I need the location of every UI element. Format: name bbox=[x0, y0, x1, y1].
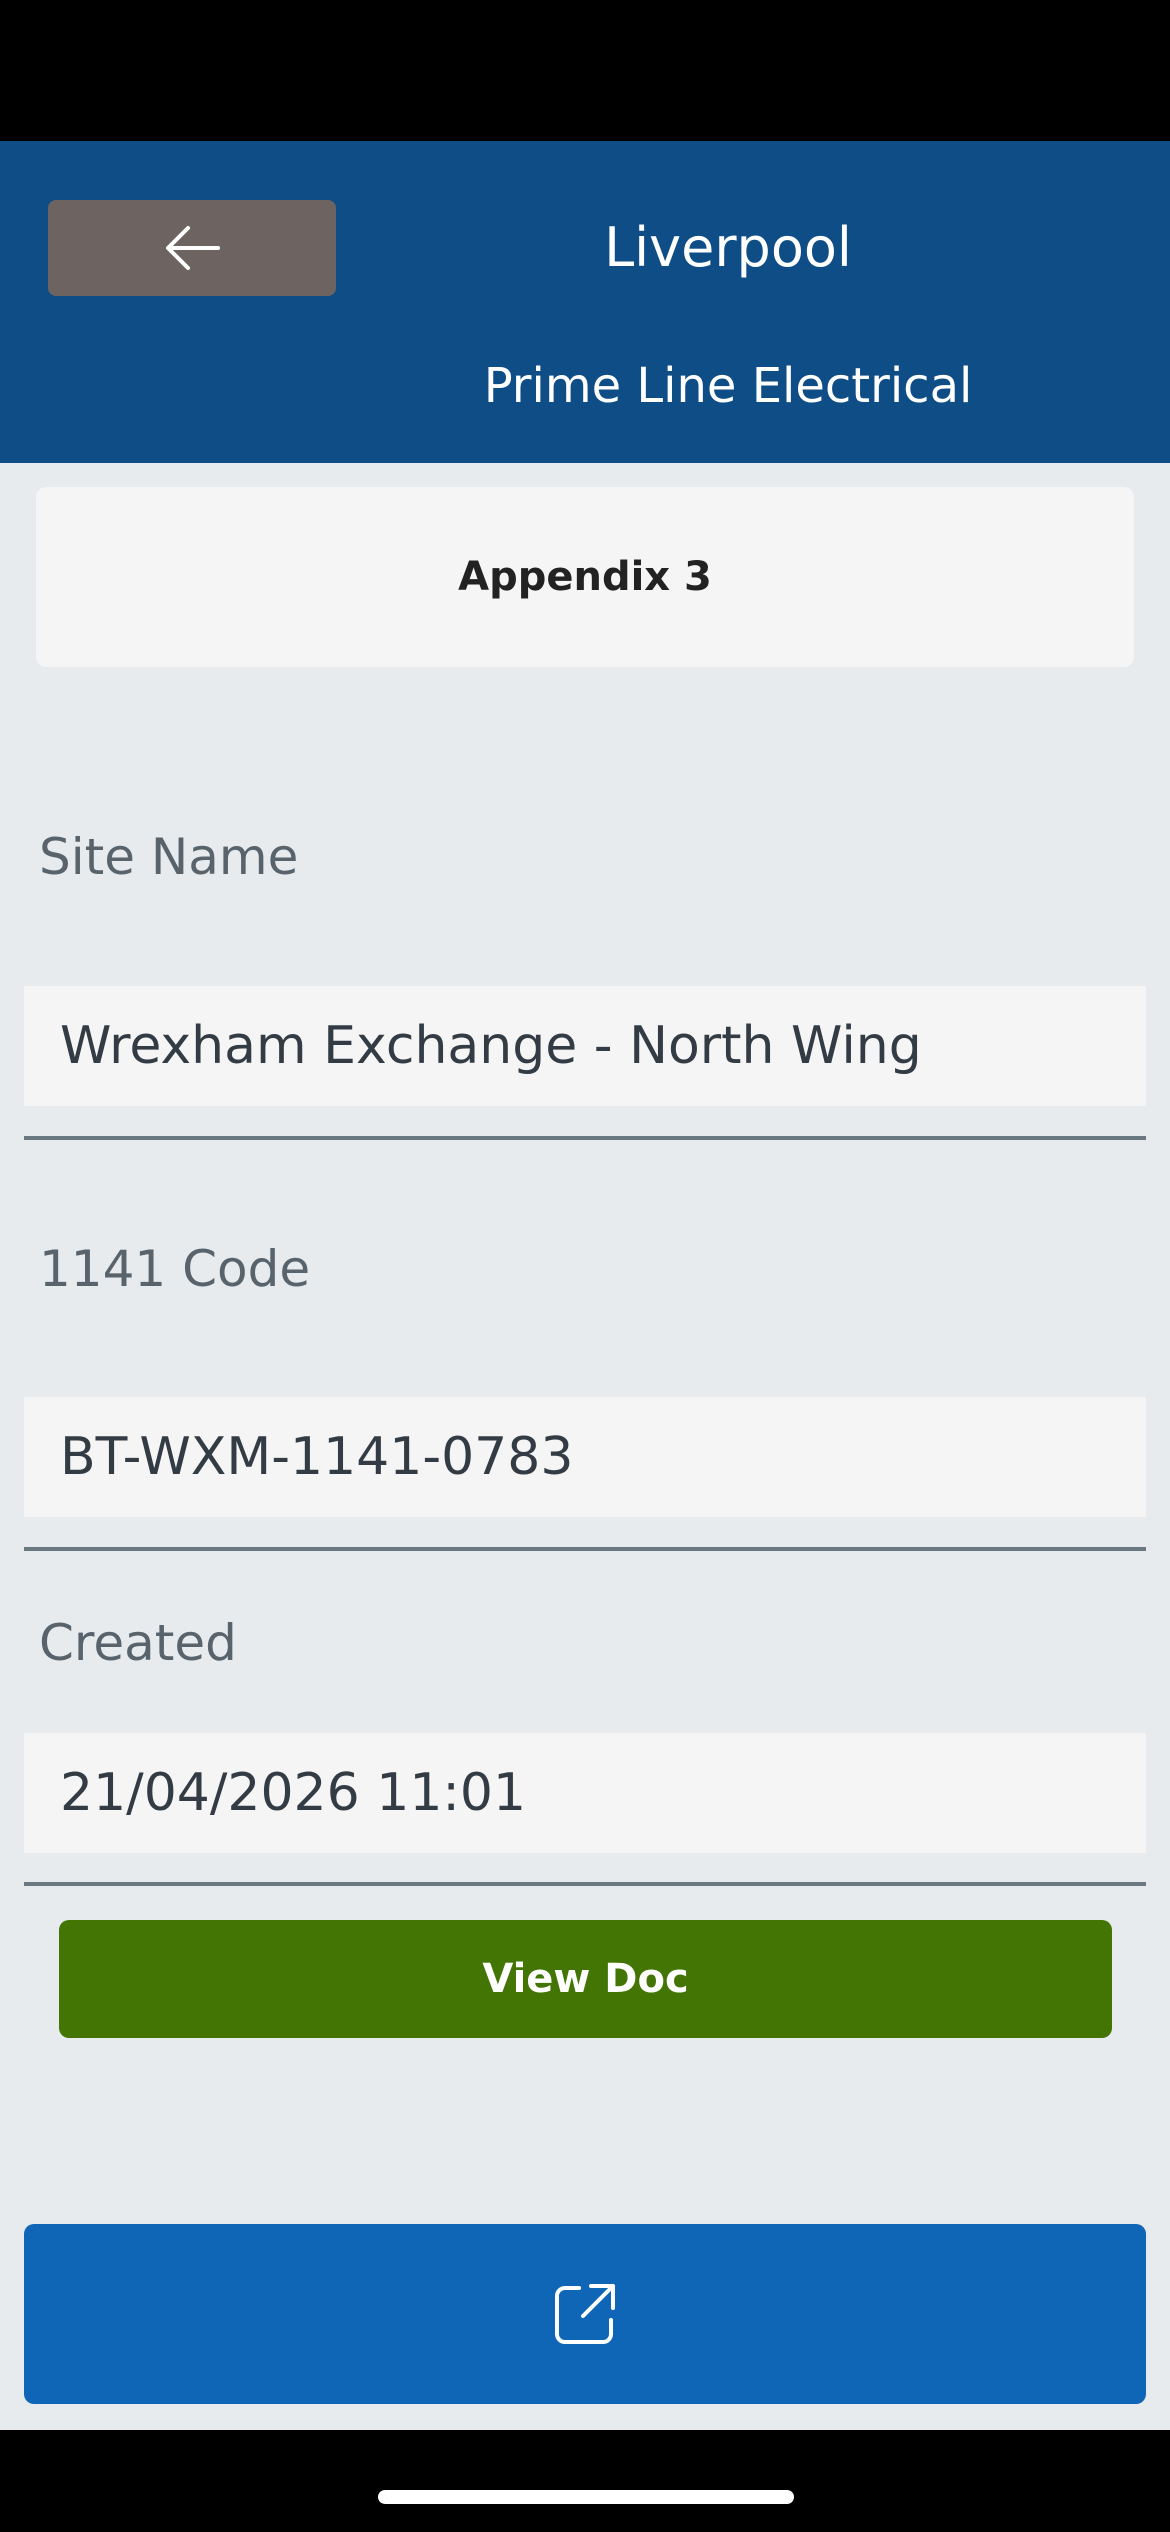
code-1141-field[interactable]: BT-WXM-1141-0783 bbox=[24, 1397, 1146, 1517]
site-name-underline bbox=[24, 1136, 1146, 1140]
open-external-button[interactable] bbox=[24, 2224, 1146, 2404]
appendix-card-title: Appendix 3 bbox=[458, 554, 712, 600]
home-indicator[interactable] bbox=[378, 2490, 794, 2504]
created-underline bbox=[24, 1882, 1146, 1886]
site-name-label: Site Name bbox=[39, 828, 299, 886]
site-name-value: Wrexham Exchange - North Wing bbox=[60, 1016, 922, 1076]
created-label: Created bbox=[39, 1614, 237, 1672]
open-external-icon bbox=[555, 2284, 615, 2344]
page-subtitle: Prime Line Electrical bbox=[483, 358, 973, 414]
created-value: 21/04/2026 11:01 bbox=[60, 1763, 527, 1823]
status-bar bbox=[0, 0, 1170, 141]
created-field[interactable]: 21/04/2026 11:01 bbox=[24, 1733, 1146, 1853]
view-doc-button[interactable]: View Doc bbox=[59, 1920, 1112, 2038]
page-title: Liverpool bbox=[604, 215, 852, 279]
site-name-field[interactable]: Wrexham Exchange - North Wing bbox=[24, 986, 1146, 1106]
bottom-bar bbox=[0, 2430, 1170, 2532]
back-button[interactable] bbox=[48, 200, 336, 296]
code-1141-underline bbox=[24, 1547, 1146, 1551]
arrow-left-icon bbox=[166, 226, 220, 270]
code-1141-label: 1141 Code bbox=[39, 1240, 311, 1298]
code-1141-value: BT-WXM-1141-0783 bbox=[60, 1427, 574, 1487]
appendix-card: Appendix 3 bbox=[36, 487, 1134, 667]
view-doc-label: View Doc bbox=[482, 1956, 689, 2002]
